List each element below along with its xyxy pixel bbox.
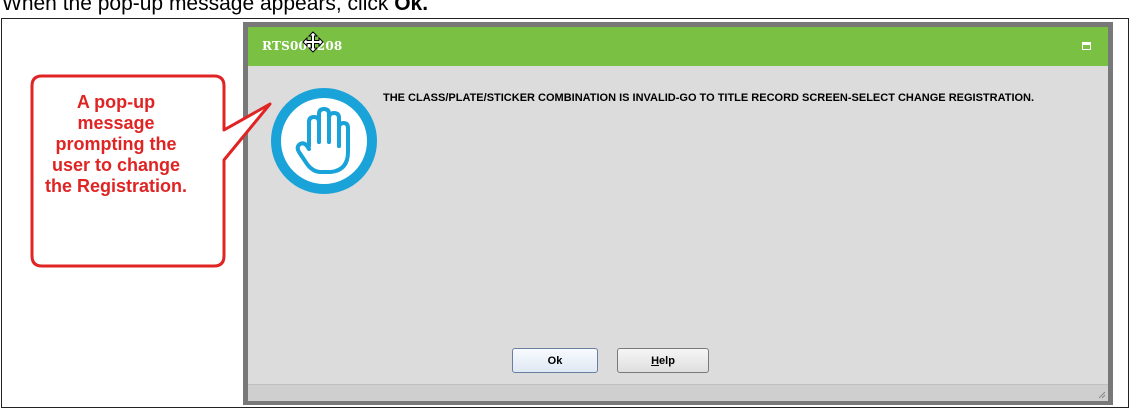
dialog-message: THE CLASS/PLATE/STICKER COMBINATION IS I… [383, 92, 1035, 104]
restore-window-button[interactable] [1082, 42, 1091, 50]
help-button[interactable]: Help [617, 348, 709, 373]
stop-hand-icon [271, 88, 377, 194]
instruction-prefix: When the pop-up message appears, click [2, 0, 395, 15]
ok-button[interactable]: Ok [512, 348, 598, 373]
callout-text: A pop-up message prompting the user to c… [44, 92, 187, 196]
dialog-body: RTS00C208 THE CLASS/PLATE/STICKER COMBIN… [248, 27, 1108, 401]
move-cursor-icon [302, 31, 324, 53]
help-label-rest: elp [659, 354, 675, 367]
instruction-text: When the pop-up message appears, click O… [2, 0, 428, 16]
help-accelerator-key: H [651, 354, 660, 367]
ok-button-label: Ok [547, 354, 563, 367]
dialog-status-strip [248, 384, 1108, 401]
dialog-titlebar[interactable]: RTS00C208 [248, 27, 1108, 66]
message-dialog: RTS00C208 THE CLASS/PLATE/STICKER COMBIN… [243, 22, 1113, 405]
instruction-ok-word: Ok. [394, 0, 429, 15]
help-button-label: Help [651, 355, 675, 367]
resize-grip-icon[interactable] [1096, 389, 1106, 399]
